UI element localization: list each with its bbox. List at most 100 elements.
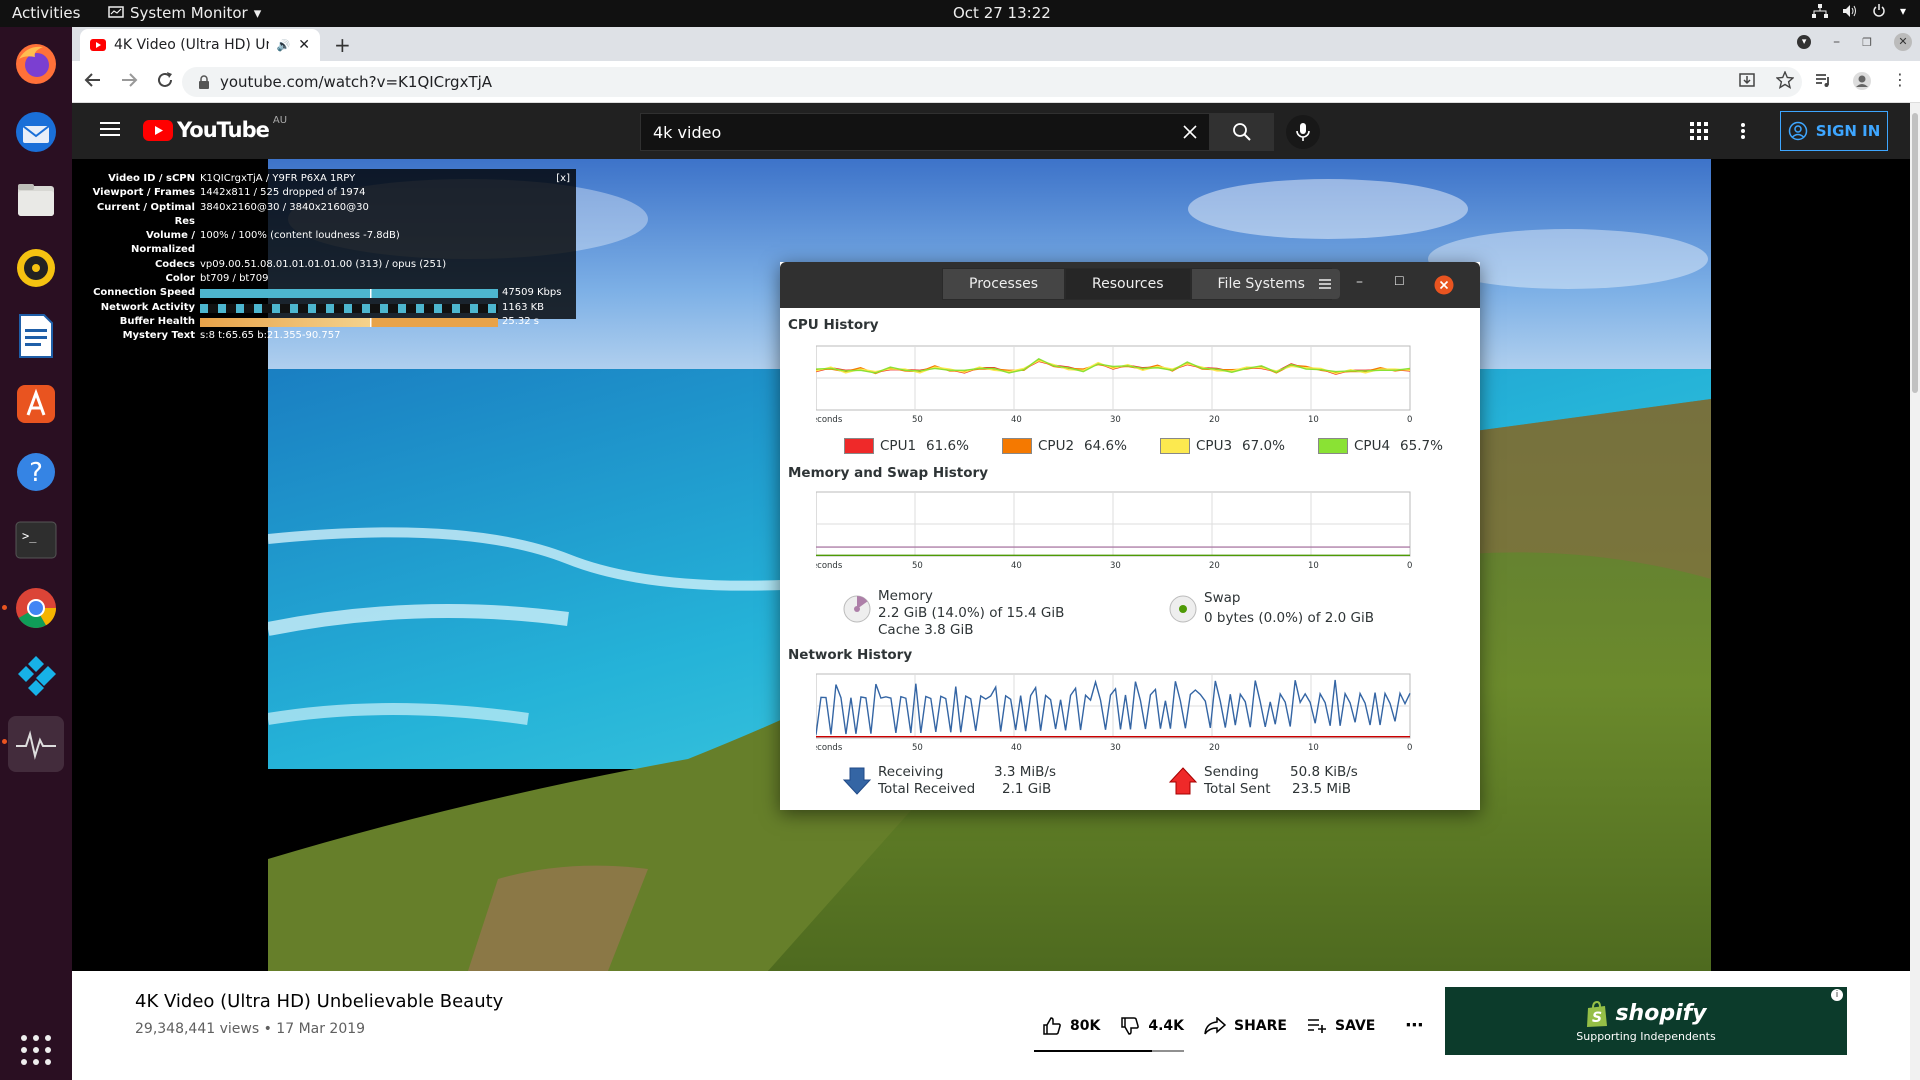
scrollbar-thumb[interactable] (1912, 113, 1918, 393)
dock-thunderbird[interactable] (8, 104, 64, 160)
reload-icon[interactable] (156, 71, 174, 89)
dock-terminal[interactable]: >_ (8, 512, 64, 568)
search-button[interactable] (1210, 113, 1274, 151)
clear-search-icon[interactable] (1183, 125, 1197, 139)
share-icon (1204, 1016, 1226, 1034)
x-tick-label: 30 (1110, 561, 1121, 571)
dock-writer[interactable] (8, 308, 64, 364)
tab-title: 4K Video (Ultra HD) Unbelievable Beauty (114, 37, 269, 53)
network-icon (1811, 4, 1828, 18)
memory-cache: Cache 3.8 GiB (878, 622, 974, 638)
ad-brand: S shopify (1585, 1000, 1707, 1028)
more-actions-icon[interactable]: ⋯ (1405, 1015, 1423, 1036)
connection-speed-value: 47509 Kbps (502, 287, 562, 299)
x-tick-label: 30 (1110, 743, 1121, 753)
voice-search-button[interactable] (1286, 115, 1320, 149)
dock-firefox[interactable] (8, 36, 64, 92)
maximize-icon[interactable]: ☐ (1394, 274, 1405, 288)
tab-search-icon[interactable]: ▾ (1797, 35, 1812, 49)
page-scrollbar[interactable] (1910, 103, 1920, 1080)
dock-show-apps[interactable] (8, 1022, 64, 1078)
bookmark-star-icon[interactable] (1776, 71, 1794, 89)
cpu4-swatch[interactable] (1318, 438, 1348, 454)
back-icon[interactable] (84, 71, 102, 89)
apps-grid-icon[interactable] (1690, 122, 1708, 140)
close-tab-icon[interactable]: ✕ (298, 37, 310, 53)
x-tick-label: 20 (1209, 415, 1220, 425)
dock-kodi[interactable] (8, 648, 64, 704)
cpu1-legend: CPU1 61.6% (844, 438, 969, 454)
activities-button[interactable]: Activities (12, 4, 80, 22)
video-title: 4K Video (Ultra HD) Unbelievable Beauty (135, 991, 504, 1012)
minimize-icon[interactable]: – (1356, 274, 1363, 290)
ad-info-icon[interactable]: i (1831, 989, 1843, 1001)
media-queue-icon[interactable] (1814, 71, 1832, 89)
close-window-icon[interactable]: ✕ (1894, 33, 1912, 51)
cpu2-legend: CPU2 64.6% (1002, 438, 1127, 454)
dock-chrome[interactable] (8, 580, 64, 636)
chrome-icon (16, 588, 56, 628)
dock-files[interactable] (8, 172, 64, 228)
address-bar[interactable]: youtube.com/watch?v=K1QICrgxTjA (182, 67, 1802, 97)
profile-icon[interactable] (1852, 71, 1872, 91)
swap-label: Swap (1204, 590, 1241, 606)
cpu1-swatch[interactable] (844, 438, 874, 454)
stats-value: 3840x2160@30 / 3840x2160@30 (200, 201, 369, 213)
x-tick-label: 10 (1308, 561, 1319, 571)
video-player[interactable]: [x] Video ID / sCPN K1QICrgxTjA / Y9FR P6… (72, 159, 1920, 971)
network-activity-value: 1163 KB (502, 301, 545, 313)
clock[interactable]: Oct 27 13:22 (953, 4, 1051, 22)
download-arrow-icon[interactable] (842, 766, 872, 796)
dock-system-monitor[interactable] (8, 716, 64, 772)
cpu4-name: CPU4 (1354, 438, 1391, 454)
new-tab-button[interactable]: + (334, 33, 351, 57)
browser-tab[interactable]: 4K Video (Ultra HD) Unbelievable Beauty … (80, 29, 320, 61)
dislike-button[interactable]: 4.4K (1120, 1016, 1184, 1036)
view-switcher: Processes Resources File Systems (942, 268, 1332, 300)
toolbar-actions: ⋮ (1738, 71, 1908, 91)
like-count: 80K (1070, 1017, 1101, 1034)
app-menu[interactable]: System Monitor ▾ (108, 4, 261, 22)
cpu3-value: 67.0% (1242, 438, 1285, 454)
forward-icon[interactable] (120, 71, 138, 89)
thunderbird-icon (16, 112, 56, 152)
tab-processes[interactable]: Processes (942, 268, 1066, 300)
close-stats-button[interactable]: [x] (556, 172, 570, 186)
youtube-logo[interactable]: YouTube AU (143, 115, 287, 142)
account-icon (1788, 121, 1807, 141)
stats-key: Video ID / sCPN (108, 173, 195, 184)
chrome-menu-icon[interactable]: ⋮ (1892, 71, 1908, 91)
system-tray[interactable]: ▾ (1811, 4, 1906, 18)
close-icon[interactable] (1434, 275, 1454, 295)
search-input[interactable]: 4k video (640, 113, 1210, 151)
dock-rhythmbox[interactable] (8, 240, 64, 296)
cpu2-swatch[interactable] (1002, 438, 1032, 454)
settings-dots-icon[interactable] (1740, 122, 1746, 140)
upload-arrow-icon[interactable] (1168, 766, 1198, 796)
like-button[interactable]: 80K (1042, 1016, 1100, 1036)
share-button[interactable]: SHARE (1204, 1016, 1287, 1035)
x-tick-label: 50 (912, 415, 923, 425)
stats-value: vp09.00.51.08.01.01.01.01.00 (313) / opu… (200, 258, 447, 270)
swap-pie-icon[interactable] (1168, 594, 1198, 624)
stats-row: Current / Optimal Res 3840x2160@30 / 3840… (90, 201, 568, 230)
save-button[interactable]: SAVE (1307, 1018, 1375, 1034)
cpu3-swatch[interactable] (1160, 438, 1190, 454)
system-monitor-window: Processes Resources File Systems – ☐ CPU… (780, 262, 1480, 810)
firefox-icon (16, 44, 56, 84)
install-icon[interactable] (1738, 71, 1756, 89)
sign-in-button[interactable]: SIGN IN (1780, 111, 1888, 151)
speaker-icon[interactable]: 🔊 (277, 39, 291, 52)
tab-resources[interactable]: Resources (1065, 268, 1191, 300)
x-tick-label: 0 (1407, 561, 1412, 571)
hamburger-menu-icon[interactable] (100, 121, 120, 137)
menu-button[interactable] (1310, 269, 1340, 299)
memory-pie-icon[interactable] (842, 594, 872, 624)
restore-icon[interactable]: ❐ (1862, 36, 1872, 49)
minimize-icon[interactable]: – (1833, 34, 1840, 50)
stats-value: bt709 / bt709 (200, 273, 269, 285)
svg-text:S: S (1592, 1010, 1602, 1026)
ad-banner[interactable]: S shopify Supporting Independents i (1445, 987, 1847, 1055)
dock-help[interactable]: ? (8, 444, 64, 500)
dock-software[interactable] (8, 376, 64, 432)
